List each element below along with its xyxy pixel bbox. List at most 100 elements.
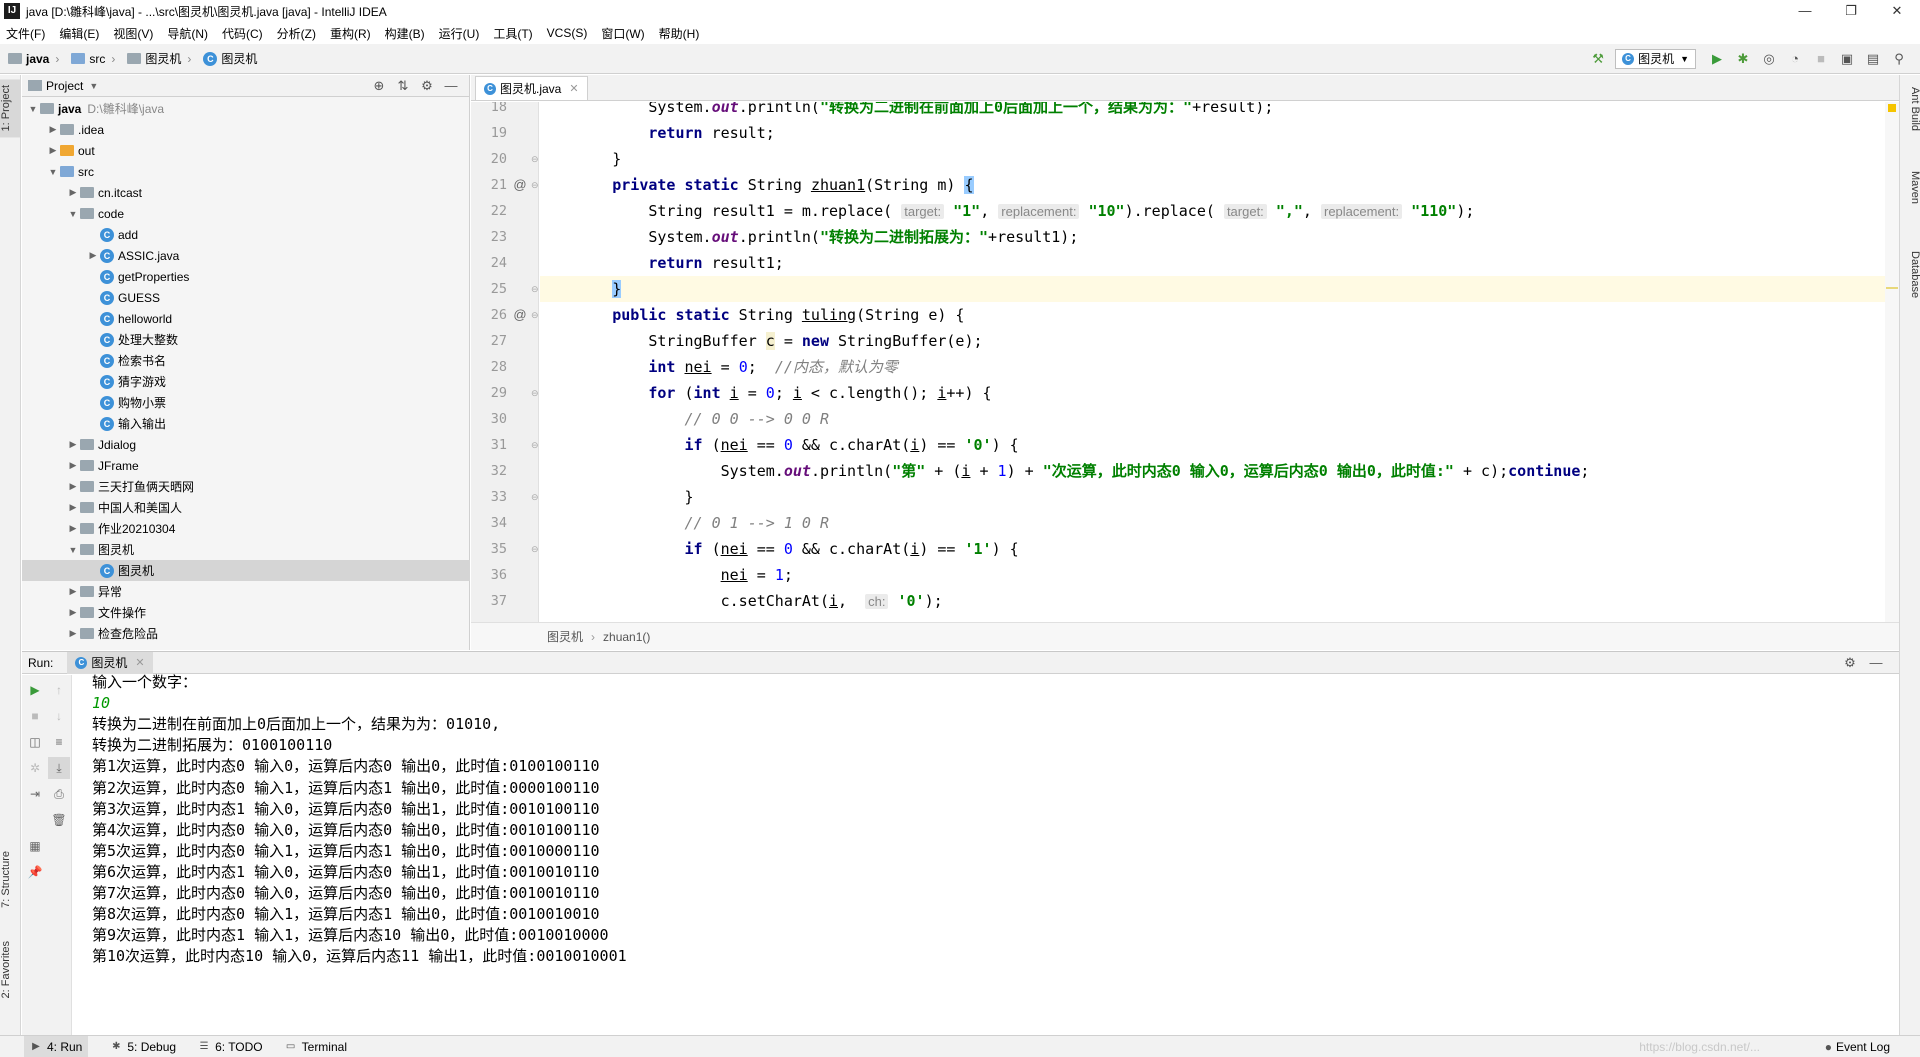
menu-item[interactable]: 窗口(W)	[601, 25, 644, 42]
tree-item[interactable]: ▶ 检查危险品	[22, 623, 470, 644]
tree-item[interactable]: ▶ C ASSIC.java	[22, 245, 470, 266]
fold-toggle-icon[interactable]: ⊖	[531, 380, 538, 406]
code-area[interactable]: System.out.println("转换为二进制在前面加上0后面加上一个，结…	[540, 102, 1899, 622]
menu-item[interactable]: 文件(F)	[6, 25, 45, 42]
menu-item[interactable]: 工具(T)	[493, 25, 532, 42]
soft-wrap-icon[interactable]: ≡	[48, 731, 70, 753]
fold-toggle-icon[interactable]: ⊖	[531, 172, 538, 198]
code-line[interactable]: System.out.println("第" + (i + 1) + "次运算，…	[540, 458, 1899, 484]
menu-item[interactable]: 视图(V)	[113, 25, 153, 42]
scroll-to-end-icon[interactable]: ⤓	[48, 757, 70, 779]
code-line[interactable]: }	[540, 484, 1899, 510]
tree-item[interactable]: ▶ 文件操作	[22, 602, 470, 623]
tree-item[interactable]: ▶ JFrame	[22, 455, 470, 476]
menu-item[interactable]: 重构(R)	[330, 25, 371, 42]
camera-icon[interactable]: ◫	[24, 731, 46, 753]
tree-item[interactable]: C 猜字游戏	[22, 371, 470, 392]
code-line[interactable]: }	[540, 146, 1899, 172]
fold-toggle-icon[interactable]: ⊖	[531, 536, 538, 562]
nav-crumb-src[interactable]: src ›	[71, 52, 119, 66]
locate-icon[interactable]: ⊕	[367, 77, 391, 95]
fold-toggle-icon[interactable]: ⊖	[531, 432, 538, 458]
code-line[interactable]: return result1;	[540, 250, 1899, 276]
tree-item[interactable]: C 输入输出	[22, 413, 470, 434]
run-configuration-select[interactable]: C 图灵机 ▼	[1615, 49, 1696, 69]
event-log-button[interactable]: ● Event Log	[1825, 1036, 1890, 1057]
run-icon[interactable]: ▶	[1706, 48, 1728, 70]
collapse-all-icon[interactable]: ⇅	[391, 77, 415, 95]
chevron-right-icon[interactable]: ▶	[66, 502, 80, 513]
nav-crumb-java[interactable]: java ›	[8, 52, 63, 66]
tree-item[interactable]: ▼ java D:\雛科峰\java	[22, 98, 470, 119]
code-line[interactable]: return result;	[540, 120, 1899, 146]
tree-item[interactable]: Chelloworld	[22, 308, 470, 329]
close-button[interactable]: ✕	[1874, 0, 1920, 22]
maven-tool-tab[interactable]: Maven	[1900, 165, 1920, 210]
gear-icon[interactable]: ⚙	[415, 77, 439, 95]
menu-item[interactable]: 代码(C)	[222, 25, 263, 42]
chevron-down-icon[interactable]: ▼	[26, 104, 40, 114]
tree-item[interactable]: ▶ 中国人和美国人	[22, 497, 470, 518]
bottom-tab[interactable]: ▭ Terminal	[285, 1040, 347, 1054]
exit-icon[interactable]: ⇥	[24, 783, 46, 805]
stop-icon[interactable]: ■	[1810, 48, 1832, 70]
chevron-right-icon[interactable]: ▶	[66, 439, 80, 450]
menu-item[interactable]: VCS(S)	[547, 26, 588, 40]
layout-icon[interactable]: ▦	[24, 835, 46, 857]
trash-icon[interactable]: 🗑	[48, 809, 70, 831]
menu-item[interactable]: 构建(B)	[385, 25, 425, 42]
code-line[interactable]: System.out.println("转换为二进制拓展为："+result1)…	[540, 224, 1899, 250]
chevron-right-icon[interactable]: ▶	[66, 628, 80, 639]
favorites-tool-tab[interactable]: 2: Favorites	[0, 935, 21, 1004]
chevron-right-icon[interactable]: ▶	[66, 586, 80, 597]
sdk-icon[interactable]: ▤	[1862, 48, 1884, 70]
pin-icon[interactable]: 📌	[24, 861, 46, 883]
code-line[interactable]: nei = 1;	[540, 562, 1899, 588]
tree-item[interactable]: Cadd	[22, 224, 470, 245]
menu-item[interactable]: 运行(U)	[439, 25, 480, 42]
stop-icon[interactable]: ■	[24, 705, 46, 727]
chevron-right-icon[interactable]: ▶	[86, 250, 100, 261]
nav-crumb-class[interactable]: C 图灵机	[203, 50, 257, 67]
tree-item[interactable]: C 处理大整数	[22, 329, 470, 350]
breadcrumb-class[interactable]: 图灵机	[547, 628, 583, 645]
menu-item[interactable]: 导航(N)	[167, 25, 208, 42]
tree-item[interactable]: ▼ 图灵机	[22, 539, 470, 560]
code-line[interactable]: // 0 1 --> 1 0 R	[540, 510, 1899, 536]
build-hammer-icon[interactable]: ⚒	[1587, 48, 1609, 70]
profile-icon[interactable]: ◔	[1784, 48, 1806, 70]
tree-item[interactable]: ▶ out	[22, 140, 470, 161]
code-line[interactable]: if (nei == 0 && c.charAt(i) == '0') {	[540, 432, 1899, 458]
fold-toggle-icon[interactable]: ⊖	[531, 146, 538, 172]
code-line[interactable]: public static String tuling(String e) {	[540, 302, 1899, 328]
menu-item[interactable]: 分析(Z)	[277, 25, 316, 42]
code-line[interactable]: StringBuffer c = new StringBuffer(e);	[540, 328, 1899, 354]
project-view-selector[interactable]: Project	[46, 79, 83, 93]
tree-item[interactable]: ▶ 作业20210304	[22, 518, 470, 539]
bottom-tab[interactable]: ☰ 6: TODO	[198, 1040, 263, 1054]
editor-tab-turing[interactable]: C 图灵机.java ✕	[475, 76, 588, 100]
down-arrow-icon[interactable]: ↓	[48, 705, 70, 727]
up-arrow-icon[interactable]: ↑	[48, 679, 70, 701]
menu-item[interactable]: 帮助(H)	[659, 25, 700, 42]
nav-crumb-package[interactable]: 图灵机 ›	[127, 50, 195, 67]
code-line[interactable]: System.out.println("转换为二进制在前面加上0后面加上一个，结…	[540, 102, 1899, 120]
error-stripe[interactable]	[1885, 102, 1899, 622]
settings-icon[interactable]: ✲	[24, 757, 46, 779]
fold-toggle-icon[interactable]: ⊖	[531, 276, 538, 302]
chevron-down-icon[interactable]: ▼	[46, 167, 60, 177]
tree-item[interactable]: ▼ src	[22, 161, 470, 182]
code-line[interactable]: String result1 = m.replace( target: "1",…	[540, 198, 1899, 224]
chevron-down-icon[interactable]: ▼	[66, 545, 80, 555]
override-marker-icon[interactable]: @	[511, 302, 529, 328]
code-line[interactable]: }	[540, 276, 1899, 302]
code-line[interactable]: if (nei == 0 && c.charAt(i) == '1') {	[540, 536, 1899, 562]
print-icon[interactable]: ⎙	[48, 783, 70, 805]
warning-marker[interactable]	[1888, 104, 1896, 112]
project-structure-icon[interactable]: ▣	[1836, 48, 1858, 70]
override-marker-icon[interactable]: @	[511, 172, 529, 198]
bottom-tab[interactable]: ▶ 4: Run	[24, 1035, 89, 1057]
hide-icon[interactable]: —	[439, 77, 463, 95]
code-line[interactable]: for (int i = 0; i < c.length(); i++) {	[540, 380, 1899, 406]
tree-item[interactable]: ▶ 异常	[22, 581, 470, 602]
